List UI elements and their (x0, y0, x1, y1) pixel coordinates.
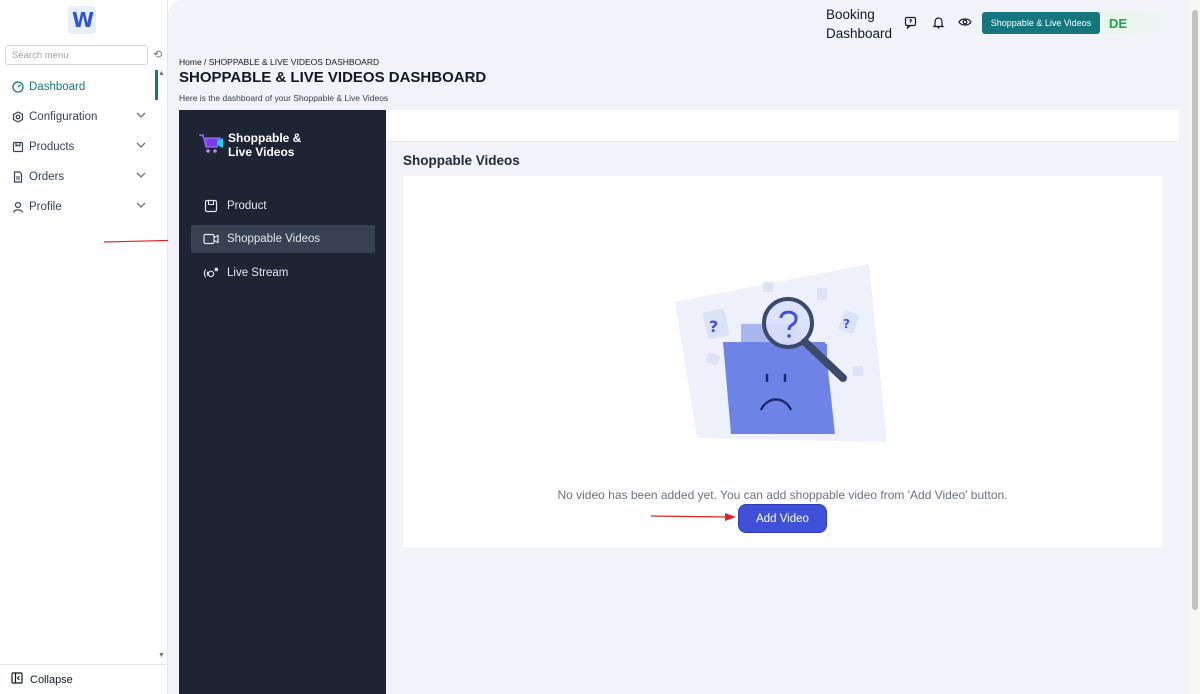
orders-icon (11, 171, 24, 184)
app-sidebar-panel: Shoppable & Live Videos Product Shoppabl… (179, 110, 386, 694)
svg-text:?: ? (709, 317, 718, 336)
section-title: Shoppable Videos (403, 153, 520, 168)
video-icon (203, 231, 219, 247)
panel-item-product[interactable]: Product (191, 192, 375, 220)
panel-item-shoppable-videos[interactable]: Shoppable Videos (191, 225, 375, 253)
content-header-bar (386, 110, 1179, 142)
chat-icon[interactable] (902, 14, 918, 30)
bell-icon[interactable] (930, 14, 946, 30)
user-icon (11, 201, 24, 214)
chevron-down-icon[interactable] (136, 141, 146, 149)
panel-item-label: Live Stream (227, 267, 289, 279)
sidebar-item-label: Profile (29, 201, 62, 213)
sidebar-nav: Dashboard Configuration Products Orders (0, 72, 160, 222)
refresh-icon[interactable]: ⟲ (153, 48, 162, 61)
live-stream-icon (203, 265, 219, 281)
scroll-down-icon[interactable]: ▼ (158, 652, 165, 659)
page-title: SHOPPABLE & LIVE VIDEOS DASHBOARD (179, 69, 487, 86)
eye-icon[interactable] (957, 14, 973, 30)
sidebar-item-profile[interactable]: Profile (0, 192, 160, 222)
shopping-cart-video-icon (199, 134, 223, 153)
user-avatar[interactable]: DE (1104, 12, 1178, 34)
panel-item-live-stream[interactable]: Live Stream (191, 259, 375, 287)
app-brand: Shoppable & Live Videos (197, 131, 308, 159)
panel-item-label: Product (227, 200, 267, 212)
sidebar-item-products[interactable]: Products (0, 132, 160, 162)
app-logo[interactable]: W (68, 6, 96, 34)
chevron-down-icon[interactable] (136, 171, 146, 179)
product-icon (203, 198, 219, 214)
chevron-down-icon[interactable] (136, 201, 146, 209)
products-icon (11, 141, 24, 154)
page-subtitle: Here is the dashboard of your Shoppable … (179, 93, 389, 103)
scrollbar-thumb[interactable] (1192, 10, 1198, 610)
sidebar: W Search menu ⟲ ▲ Dashboard Configuratio… (0, 0, 168, 694)
sidebar-item-label: Orders (29, 171, 65, 183)
app-brand-label: Shoppable & Live Videos (228, 131, 302, 159)
empty-folder-illustration: ? ? (675, 264, 887, 442)
sidebar-collapse-icon (11, 672, 23, 687)
sidebar-item-label: Configuration (29, 111, 98, 123)
collapse-label: Collapse (30, 673, 73, 686)
page-scrollbar[interactable] (1190, 0, 1200, 694)
sidebar-item-label: Products (29, 141, 75, 153)
add-video-button[interactable]: Add Video (738, 504, 827, 533)
chevron-down-icon[interactable] (136, 111, 146, 119)
sidebar-item-dashboard[interactable]: Dashboard (0, 72, 160, 102)
collapse-button[interactable]: Collapse (0, 664, 168, 694)
sidebar-item-orders[interactable]: Orders (0, 162, 160, 192)
svg-text:?: ? (843, 317, 850, 331)
booking-dashboard-link[interactable]: Booking Dashboard (826, 5, 906, 43)
settings-icon (11, 111, 24, 124)
sidebar-item-label: Dashboard (29, 81, 86, 93)
breadcrumb: Home / SHOPPABLE & LIVE VIDEOS DASHBOARD (179, 57, 380, 67)
search-menu-input[interactable]: Search menu (5, 45, 148, 65)
panel-item-label: Shoppable Videos (227, 233, 321, 245)
dashboard-icon (11, 81, 24, 94)
annotation-arrow (650, 513, 736, 521)
shoppable-live-videos-button[interactable]: Shoppable & Live Videos (982, 12, 1100, 34)
main-area: Booking Dashboard Shoppable & Live Video… (168, 0, 1190, 694)
empty-state-card: ? ? No video has been added yet. You can… (403, 176, 1162, 547)
empty-state-message: No video has been added yet. You can add… (557, 488, 1008, 502)
sidebar-item-configuration[interactable]: Configuration (0, 102, 160, 132)
